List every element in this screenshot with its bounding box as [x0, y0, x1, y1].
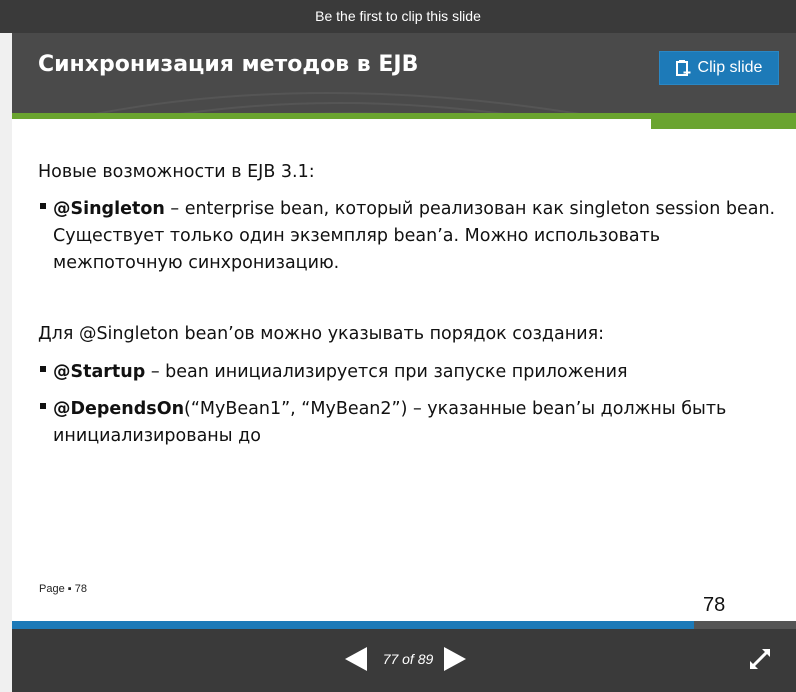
- slide-number: 78: [703, 594, 726, 616]
- header-accent-tab: [651, 119, 796, 129]
- clip-icon: [675, 59, 691, 76]
- bullet-marker: [40, 366, 46, 372]
- clip-prompt-bar: Be the first to clip this slide: [0, 0, 796, 33]
- intro-text-1: Новые возможности в EJB 3.1:: [38, 162, 315, 182]
- clip-slide-label: Clip slide: [697, 59, 763, 76]
- bullet-singleton: @Singleton – enterprise bean, который ре…: [38, 196, 778, 277]
- player-controls: 77 of 89: [12, 629, 796, 692]
- slide-header: Синхронизация методов в EJB Clip slide: [12, 33, 796, 113]
- slide-title: Синхронизация методов в EJB: [38, 52, 419, 77]
- slide-counter: 77 of 89: [382, 651, 434, 667]
- bullet-marker: [40, 203, 46, 209]
- clip-prompt-text: Be the first to clip this slide: [315, 8, 481, 24]
- slide-progress-fill: [12, 621, 695, 629]
- bullet-startup: @Startup – bean инициализируется при зап…: [38, 359, 778, 386]
- fullscreen-button[interactable]: [750, 649, 770, 673]
- bullet-marker: [40, 403, 46, 409]
- arrow-left-icon: [345, 647, 367, 671]
- previous-slide-button[interactable]: [345, 647, 367, 675]
- bullet-keyword: @DependsOn: [53, 399, 185, 419]
- bullet-keyword: @Startup: [53, 362, 146, 382]
- arrow-right-icon: [444, 647, 466, 671]
- bullet-description: – bean инициализируется при запуске прил…: [145, 362, 628, 382]
- clip-slide-button[interactable]: Clip slide: [659, 51, 779, 85]
- slide-progress-bar: [12, 621, 796, 629]
- bullet-keyword: @Singleton: [53, 199, 165, 219]
- expand-icon: [750, 649, 770, 669]
- page-label: Page ▪ 78: [39, 583, 87, 595]
- slide: Синхронизация методов в EJB Clip slide Н…: [12, 33, 796, 629]
- next-slide-button[interactable]: [444, 647, 466, 675]
- intro-text-2: Для @Singleton bean’ов можно указывать п…: [38, 324, 604, 344]
- bullet-dependson: @DependsOn(“MyBean1”, “MyBean2”) – указа…: [38, 396, 778, 450]
